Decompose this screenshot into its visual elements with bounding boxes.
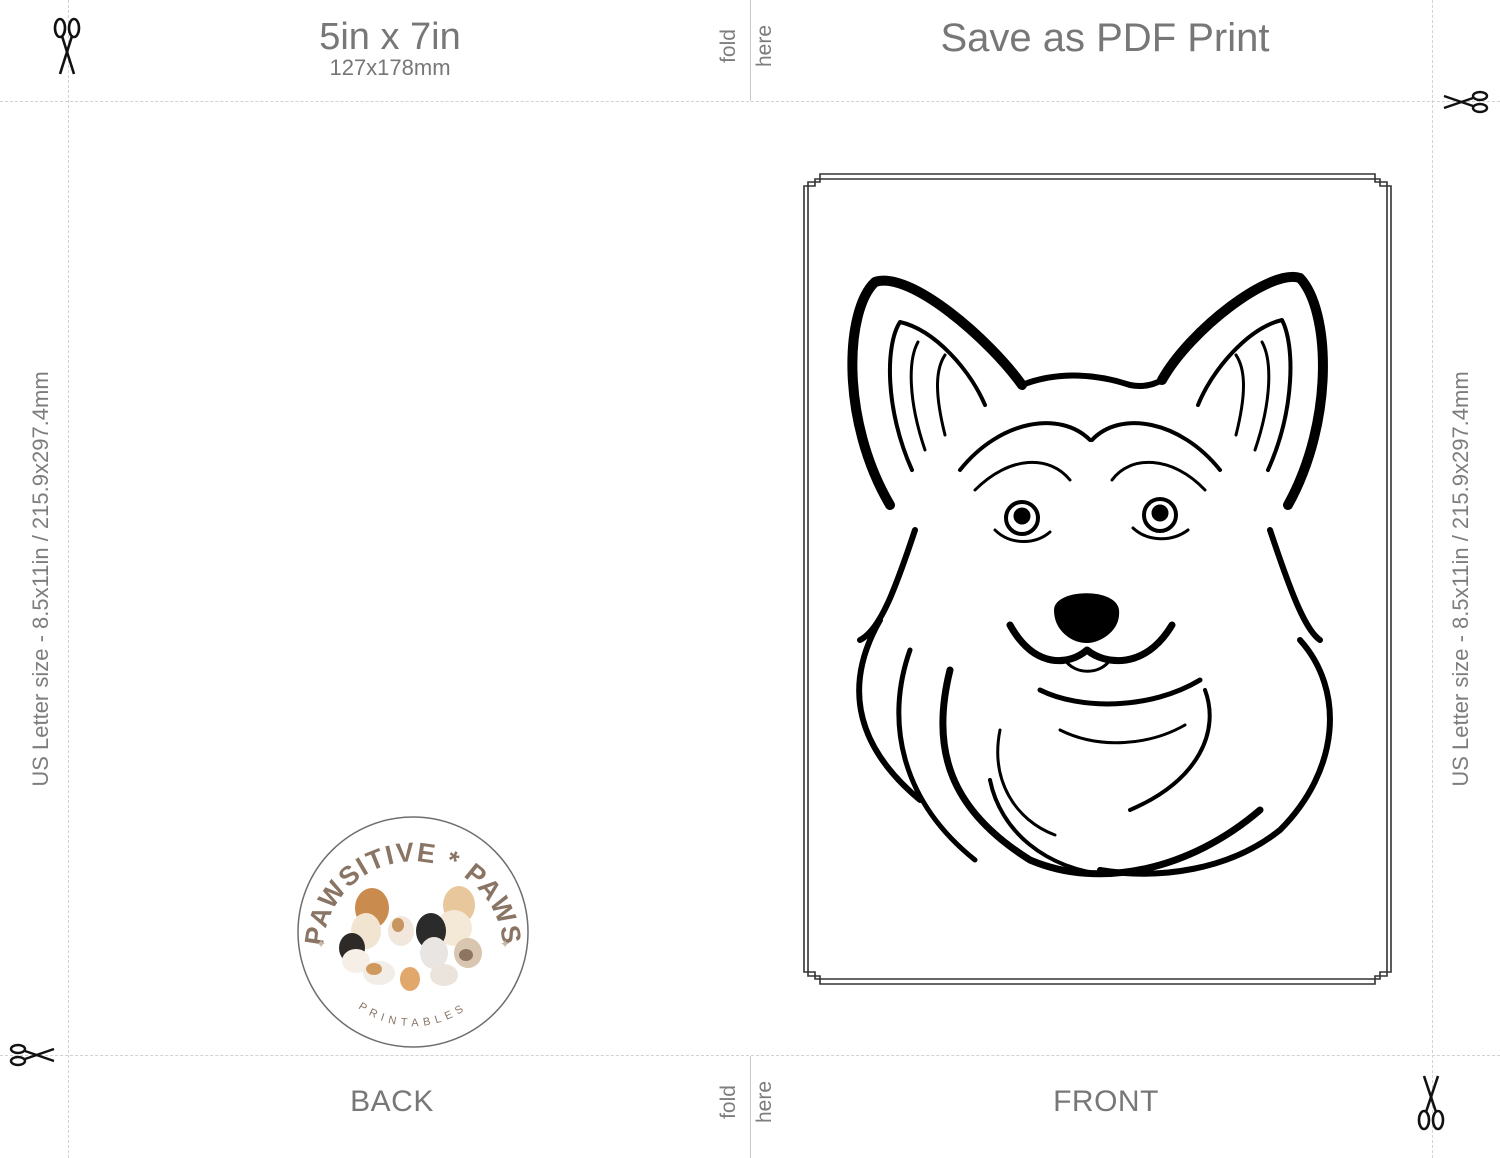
fold-line-bottom [750, 1056, 751, 1158]
svg-text:✦: ✦ [316, 937, 326, 951]
front-card-artwork [803, 173, 1392, 985]
decorative-frame [803, 173, 1392, 985]
fold-line-top [750, 0, 751, 101]
svg-text:✦: ✦ [500, 937, 510, 951]
paper-size-label-left: US Letter size - 8.5x11in / 215.9x297.4m… [28, 371, 53, 787]
card-size-metric: 127x178mm [329, 55, 451, 80]
scissors-icon [1417, 1075, 1445, 1131]
paper-size-label-right: US Letter size - 8.5x11in / 215.9x297.4m… [1448, 371, 1473, 787]
left-cut-guide [68, 0, 69, 1158]
scissors-icon [9, 1043, 55, 1067]
pawsitive-paws-logo: PAWSITIVE * PAWS PRINTABLES ✦ ✦ [297, 816, 529, 1048]
here-label-bottom: here [753, 1080, 777, 1124]
here-label-top: here [753, 24, 777, 68]
corgi-line-art [847, 271, 1333, 878]
right-cut-guide [1432, 0, 1433, 1158]
card-size-title: 5in x 7in [319, 16, 461, 58]
scissors-icon [53, 17, 81, 75]
front-label: FRONT [1053, 1085, 1159, 1118]
scissors-icon [1443, 90, 1489, 114]
fold-label-top: fold [716, 29, 740, 63]
back-label: BACK [350, 1085, 434, 1118]
top-cut-guide [0, 101, 1500, 102]
save-as-pdf-print-label[interactable]: Save as PDF Print [860, 16, 1350, 60]
fold-label-bottom: fold [716, 1085, 740, 1119]
